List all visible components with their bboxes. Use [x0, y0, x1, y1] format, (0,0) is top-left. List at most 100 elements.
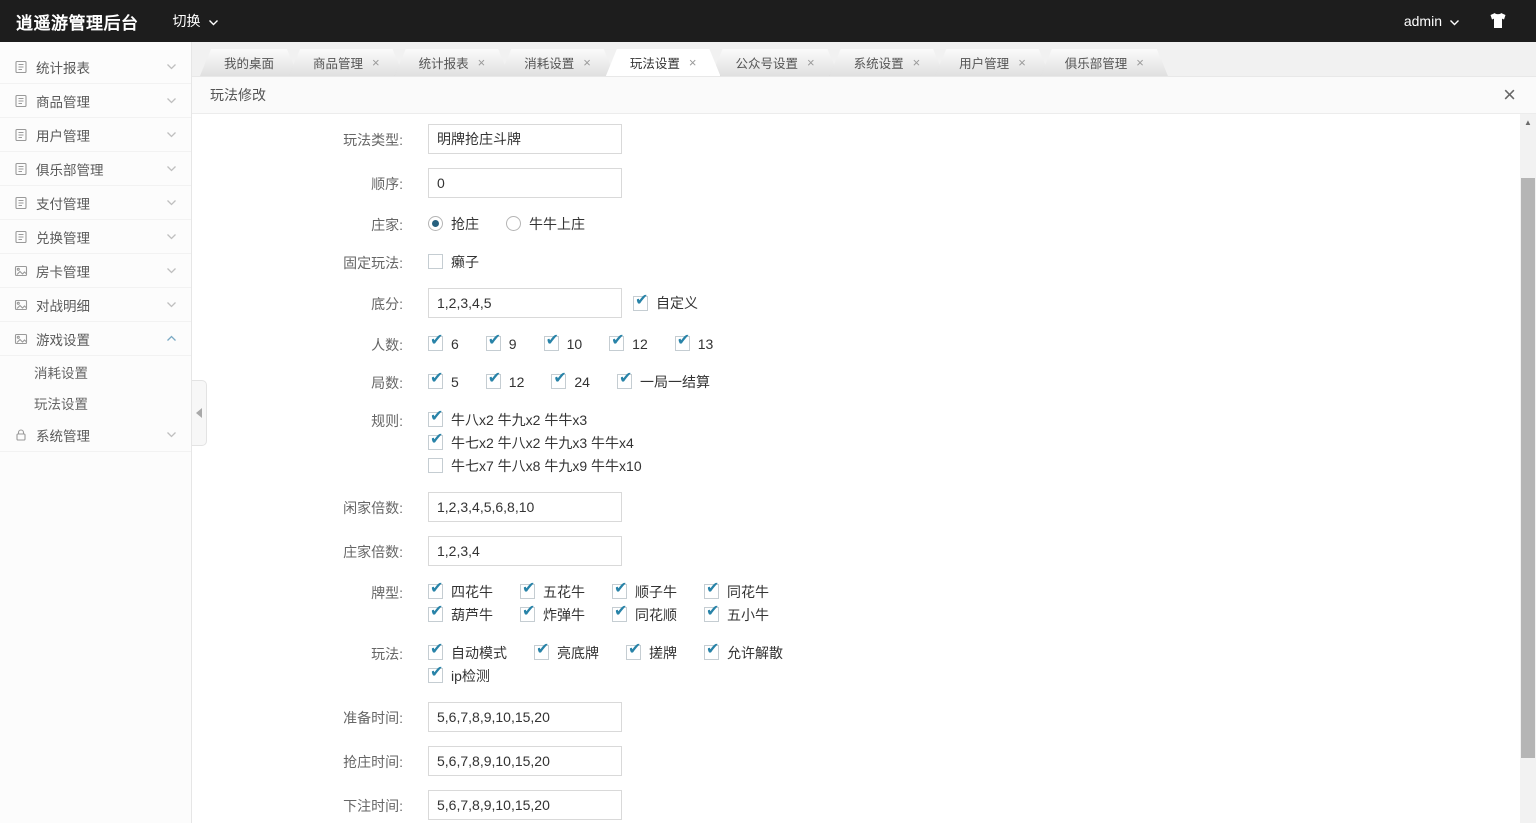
checkbox-option[interactable]: ✔自定义	[633, 293, 698, 313]
player-multiplier-input[interactable]	[428, 492, 622, 522]
scrollbar-thumb[interactable]	[1521, 178, 1535, 758]
checkbox[interactable]: ✔	[704, 645, 719, 660]
ready-time-input[interactable]	[428, 702, 622, 732]
tab[interactable]: 俱乐部管理×	[1041, 49, 1168, 76]
checkbox-option[interactable]: ✔允许解散	[704, 643, 783, 663]
tab[interactable]: 玩法设置×	[606, 49, 721, 76]
checkbox[interactable]: ✔	[534, 645, 549, 660]
checkbox[interactable]	[428, 254, 443, 269]
close-icon[interactable]: ×	[1018, 56, 1026, 69]
sidebar-item[interactable]: 俱乐部管理	[0, 152, 191, 186]
sidebar-item[interactable]: 统计报表	[0, 50, 191, 84]
checkbox[interactable]: ✔	[704, 584, 719, 599]
checkbox-option[interactable]: ✔24	[551, 374, 590, 390]
checkbox[interactable]: ✔	[609, 336, 624, 351]
checkbox[interactable]: ✔	[704, 607, 719, 622]
checkbox-option[interactable]: ✔一局一结算	[617, 372, 710, 392]
checkbox-option[interactable]: ✔牛七x2 牛八x2 牛九x3 牛牛x4	[428, 433, 634, 453]
checkbox[interactable]: ✔	[612, 584, 627, 599]
checkbox[interactable]: ✔	[428, 435, 443, 450]
sidebar-item[interactable]: 房卡管理	[0, 254, 191, 288]
checkbox-option[interactable]: ✔9	[486, 336, 517, 352]
checkbox-option[interactable]: ✔13	[675, 336, 714, 352]
checkbox-option[interactable]: ✔同花牛	[704, 582, 769, 602]
checkbox-option[interactable]: ✔12	[609, 336, 648, 352]
radio-option[interactable]: 牛牛上庄	[506, 214, 585, 234]
radio-option[interactable]: 抢庄	[428, 214, 479, 234]
checkbox[interactable]: ✔	[428, 336, 443, 351]
sidebar-subitem[interactable]: 玩法设置	[0, 387, 191, 418]
checkbox-option[interactable]: 癞子	[428, 252, 479, 272]
checkbox-option[interactable]: ✔亮底牌	[534, 643, 599, 663]
checkbox[interactable]: ✔	[520, 607, 535, 622]
tab[interactable]: 统计报表×	[395, 49, 510, 76]
sidebar-item[interactable]: 用户管理	[0, 118, 191, 152]
close-icon[interactable]: ×	[372, 56, 380, 69]
checkbox-option[interactable]: 牛七x7 牛八x8 牛九x9 牛牛x10	[428, 456, 642, 476]
tab[interactable]: 消耗设置×	[500, 49, 615, 76]
checkbox[interactable]: ✔	[520, 584, 535, 599]
play-type-input[interactable]	[428, 124, 622, 154]
grab-time-input[interactable]	[428, 746, 622, 776]
user-menu[interactable]: admin	[1404, 13, 1460, 29]
sidebar-item[interactable]: 兑换管理	[0, 220, 191, 254]
checkbox[interactable]: ✔	[428, 584, 443, 599]
checkbox-option[interactable]: ✔12	[486, 374, 525, 390]
checkbox-option[interactable]: ✔顺子牛	[612, 582, 677, 602]
checkbox[interactable]: ✔	[486, 374, 501, 389]
checkbox[interactable]: ✔	[612, 607, 627, 622]
checkbox-option[interactable]: ✔同花顺	[612, 605, 677, 625]
sidebar-item[interactable]: 商品管理	[0, 84, 191, 118]
switch-menu[interactable]: 切换	[173, 11, 219, 31]
close-icon[interactable]: ×	[807, 56, 815, 69]
checkbox[interactable]: ✔	[617, 374, 632, 389]
checkbox-option[interactable]: ✔10	[544, 336, 583, 352]
checkbox-option[interactable]: ✔自动模式	[428, 643, 507, 663]
sidebar-item[interactable]: 游戏设置	[0, 322, 191, 356]
checkbox[interactable]: ✔	[486, 336, 501, 351]
checkbox-option[interactable]: ✔搓牌	[626, 643, 677, 663]
checkbox-option[interactable]: ✔葫芦牛	[428, 605, 493, 625]
close-icon[interactable]: ×	[583, 56, 591, 69]
checkbox-option[interactable]: ✔四花牛	[428, 582, 493, 602]
checkbox[interactable]: ✔	[626, 645, 641, 660]
banker-multiplier-input[interactable]	[428, 536, 622, 566]
close-icon[interactable]: ×	[689, 56, 697, 69]
base-score-input[interactable]	[428, 288, 622, 318]
sidebar-item[interactable]: 支付管理	[0, 186, 191, 220]
checkbox[interactable]: ✔	[633, 296, 648, 311]
close-icon[interactable]: ×	[913, 56, 921, 69]
sidebar-subitem[interactable]: 消耗设置	[0, 356, 191, 387]
radio[interactable]	[506, 216, 521, 231]
checkbox[interactable]: ✔	[428, 645, 443, 660]
checkbox[interactable]: ✔	[428, 374, 443, 389]
tab[interactable]: 公众号设置×	[711, 49, 838, 76]
checkbox[interactable]: ✔	[544, 336, 559, 351]
sidebar-collapse-handle[interactable]	[192, 380, 207, 446]
tab[interactable]: 用户管理×	[935, 49, 1050, 76]
theme-tshirt-icon[interactable]	[1488, 12, 1508, 30]
radio[interactable]	[428, 216, 443, 231]
close-icon[interactable]: ×	[1503, 84, 1516, 106]
order-input[interactable]	[428, 168, 622, 198]
sidebar-item[interactable]: 对战明细	[0, 288, 191, 322]
checkbox-option[interactable]: ✔ip检测	[428, 666, 490, 686]
close-icon[interactable]: ×	[478, 56, 486, 69]
checkbox[interactable]	[428, 458, 443, 473]
checkbox[interactable]: ✔	[428, 668, 443, 683]
checkbox[interactable]: ✔	[551, 374, 566, 389]
checkbox-option[interactable]: ✔炸弹牛	[520, 605, 585, 625]
bet-time-input[interactable]	[428, 790, 622, 820]
scroll-up-icon[interactable]: ▲	[1520, 114, 1536, 130]
tab[interactable]: 商品管理×	[289, 49, 404, 76]
checkbox-option[interactable]: ✔五小牛	[704, 605, 769, 625]
checkbox[interactable]: ✔	[428, 412, 443, 427]
sidebar-item[interactable]: 系统管理	[0, 418, 191, 452]
checkbox-option[interactable]: ✔五花牛	[520, 582, 585, 602]
close-icon[interactable]: ×	[1136, 56, 1144, 69]
checkbox-option[interactable]: ✔6	[428, 336, 459, 352]
checkbox[interactable]: ✔	[428, 607, 443, 622]
checkbox[interactable]: ✔	[675, 336, 690, 351]
tab[interactable]: 系统设置×	[830, 49, 945, 76]
checkbox-option[interactable]: ✔5	[428, 374, 459, 390]
